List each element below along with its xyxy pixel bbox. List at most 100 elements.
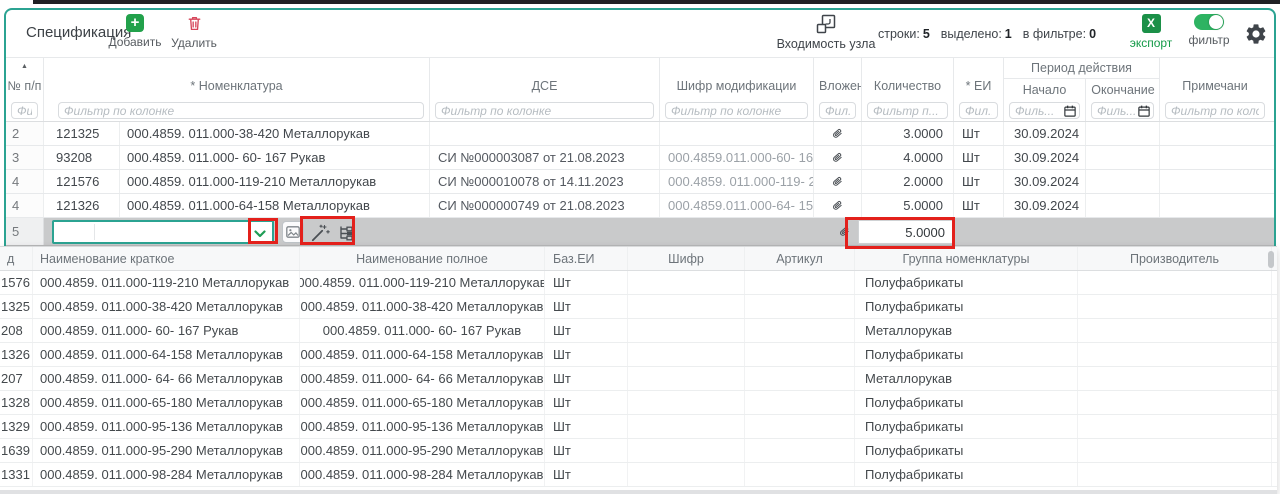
dd-cell-code: 1329	[0, 415, 33, 438]
dd-column-header-code[interactable]: д	[0, 247, 33, 270]
cell-attachments[interactable]	[814, 194, 862, 217]
filter-input-unit[interactable]	[959, 102, 998, 119]
settings-button[interactable]	[1244, 22, 1268, 46]
table-row[interactable]: 4 121326 000.4859. 011.000-64-158 Металл…	[6, 194, 1274, 218]
dropdown-list-item[interactable]: 208 000.4859. 011.000- 60- 167 Рукав 000…	[0, 319, 1277, 343]
dd-cell-base-unit: Шт	[545, 343, 628, 366]
selected-counter: выделено:1	[941, 27, 1012, 41]
nomenclature-combobox[interactable]	[52, 220, 274, 244]
dd-cell-group: Полуфабрикаты	[855, 295, 1078, 318]
dd-column-header-cipher[interactable]: Шифр	[628, 247, 745, 270]
dropdown-list-item[interactable]: 1326 000.4859. 011.000-64-158 Металлорук…	[0, 343, 1277, 367]
column-header-unit[interactable]: * ЕИ	[954, 58, 1004, 100]
dd-cell-group: Полуфабрикаты	[855, 439, 1078, 462]
page: Спецификация + Добавить Удалить Входимос…	[0, 0, 1280, 494]
filter-input-quantity[interactable]	[867, 102, 948, 119]
grid-row-new-editing[interactable]: 5	[6, 218, 1274, 246]
dropdown-list-item[interactable]: 1329 000.4859. 011.000-95-136 Металлорук…	[0, 415, 1277, 439]
dd-cell-manufacturer	[1078, 319, 1272, 342]
quantity-editor-input[interactable]	[859, 221, 953, 243]
dropdown-list-item[interactable]: 207 000.4859. 011.000- 64- 66 Металлорук…	[0, 367, 1277, 391]
column-header-period-start[interactable]: Начало	[1004, 79, 1086, 100]
dd-cell-short-name: 000.4859. 011.000-95-290 Металлорукав	[33, 439, 300, 462]
node-usage-button[interactable]: Входимость узла	[778, 14, 874, 51]
cell-quantity: 4.0000	[862, 146, 954, 169]
table-row[interactable]: 2 121325 000.4859. 011.000-38-420 Металл…	[6, 122, 1274, 146]
dd-cell-code: 1576	[0, 271, 33, 294]
cell-rownum: 4	[6, 194, 44, 217]
add-button[interactable]: + Добавить	[107, 14, 163, 49]
dropdown-list-item[interactable]: 1639 000.4859. 011.000-95-290 Металлорук…	[0, 439, 1277, 463]
dd-cell-base-unit: Шт	[545, 391, 628, 414]
open-card-button[interactable]	[282, 221, 304, 243]
dropdown-scrollbar-thumb[interactable]	[1268, 251, 1274, 268]
dd-cell-manufacturer	[1078, 343, 1272, 366]
filter-input-nomenclature[interactable]	[58, 102, 424, 119]
cell-attachments[interactable]	[814, 170, 862, 193]
chevron-down-icon[interactable]	[254, 230, 266, 238]
dd-cell-group: Полуфабрикаты	[855, 271, 1078, 294]
column-header-note[interactable]: Примечани	[1160, 58, 1270, 100]
dropdown-list-item[interactable]: 1325 000.4859. 011.000-38-420 Металлорук…	[0, 295, 1277, 319]
filter-input-period-end[interactable]	[1097, 104, 1138, 117]
calendar-icon[interactable]	[1138, 105, 1150, 117]
filter-input-dse[interactable]	[435, 102, 654, 119]
column-header-period-end[interactable]: Окончание	[1086, 79, 1160, 100]
column-header-attachments[interactable]: Вложени	[814, 58, 862, 100]
dd-cell-code: 1328	[0, 391, 33, 414]
cell-unit: Шт	[954, 194, 1004, 217]
dropdown-list-item[interactable]: 1576 000.4859. 011.000-119-210 Металлору…	[0, 271, 1277, 295]
dd-column-header-article[interactable]: Артикул	[745, 247, 855, 270]
dd-cell-article	[745, 415, 855, 438]
column-header-quantity[interactable]: Количество	[862, 58, 954, 100]
dd-cell-article	[745, 439, 855, 462]
cell-note	[1160, 170, 1270, 193]
filter-input-rownum[interactable]	[11, 102, 38, 119]
toggle-knob	[1209, 15, 1223, 29]
column-header-rownum[interactable]: ▲ № п/п	[6, 58, 44, 100]
dropdown-list-item[interactable]: 1331 000.4859. 011.000-98-284 Металлорук…	[0, 463, 1277, 487]
cell-note	[1160, 122, 1270, 145]
dd-cell-manufacturer	[1078, 367, 1272, 390]
column-header-dse[interactable]: ДСЕ	[430, 58, 660, 100]
cell-dse: СИ №000010078 от 14.11.2023	[430, 170, 660, 193]
dd-column-header-base-unit[interactable]: Баз.ЕИ	[545, 247, 628, 270]
dd-column-header-short-name[interactable]: Наименование краткое	[33, 247, 300, 270]
dropdown-horizontal-scrollbar[interactable]	[0, 490, 1277, 494]
wand-button[interactable]	[309, 222, 331, 244]
filter-input-attachments[interactable]	[819, 102, 856, 119]
delete-button[interactable]: Удалить	[169, 14, 219, 50]
dd-column-header-group[interactable]: Группа номенклатуры	[855, 247, 1078, 270]
dd-cell-manufacturer	[1078, 463, 1272, 486]
tree-select-button[interactable]	[335, 222, 357, 244]
cell-period-end	[1086, 170, 1160, 193]
dd-cell-short-name: 000.4859. 011.000-95-136 Металлорукав	[33, 415, 300, 438]
filter-input-period-start[interactable]	[1015, 104, 1064, 117]
gear-icon	[1244, 22, 1268, 46]
cell-modification	[660, 122, 814, 145]
table-row[interactable]: 3 93208 000.4859. 011.000- 60- 167 Рукав…	[6, 146, 1274, 170]
toggle-on-icon[interactable]	[1194, 14, 1224, 30]
node-usage-label: Входимость узла	[777, 37, 876, 51]
cell-quantity: 5.0000	[862, 194, 954, 217]
dropdown-list-item[interactable]: 1328 000.4859. 011.000-65-180 Металлорук…	[0, 391, 1277, 415]
quantity-editor[interactable]	[858, 220, 954, 244]
filter-toggle-button[interactable]: фильтр	[1186, 14, 1232, 47]
calendar-icon[interactable]	[1064, 105, 1076, 117]
filter-input-modification[interactable]	[665, 102, 808, 119]
filter-input-note[interactable]	[1165, 102, 1265, 119]
dd-cell-short-name: 000.4859. 011.000-98-284 Металлорукав	[33, 463, 300, 486]
dd-cell-group: Полуфабрикаты	[855, 391, 1078, 414]
column-header-modification[interactable]: Шифр модификации	[660, 58, 814, 100]
cell-attachments[interactable]	[814, 122, 862, 145]
export-button[interactable]: X экспорт	[1127, 14, 1175, 50]
dd-column-header-manufacturer[interactable]: Производитель	[1078, 247, 1272, 270]
dd-column-header-full-name[interactable]: Наименование полное	[300, 247, 545, 270]
dd-cell-cipher	[628, 439, 745, 462]
column-header-nomenclature[interactable]: * Номенклатура	[44, 58, 430, 100]
cell-attachments[interactable]	[814, 146, 862, 169]
nomenclature-combobox-input[interactable]	[54, 222, 272, 242]
sort-asc-icon: ▲	[21, 63, 28, 70]
table-row[interactable]: 4 121576 000.4859. 011.000-119-210 Метал…	[6, 170, 1274, 194]
dd-cell-short-name: 000.4859. 011.000-64-158 Металлорукав	[33, 343, 300, 366]
